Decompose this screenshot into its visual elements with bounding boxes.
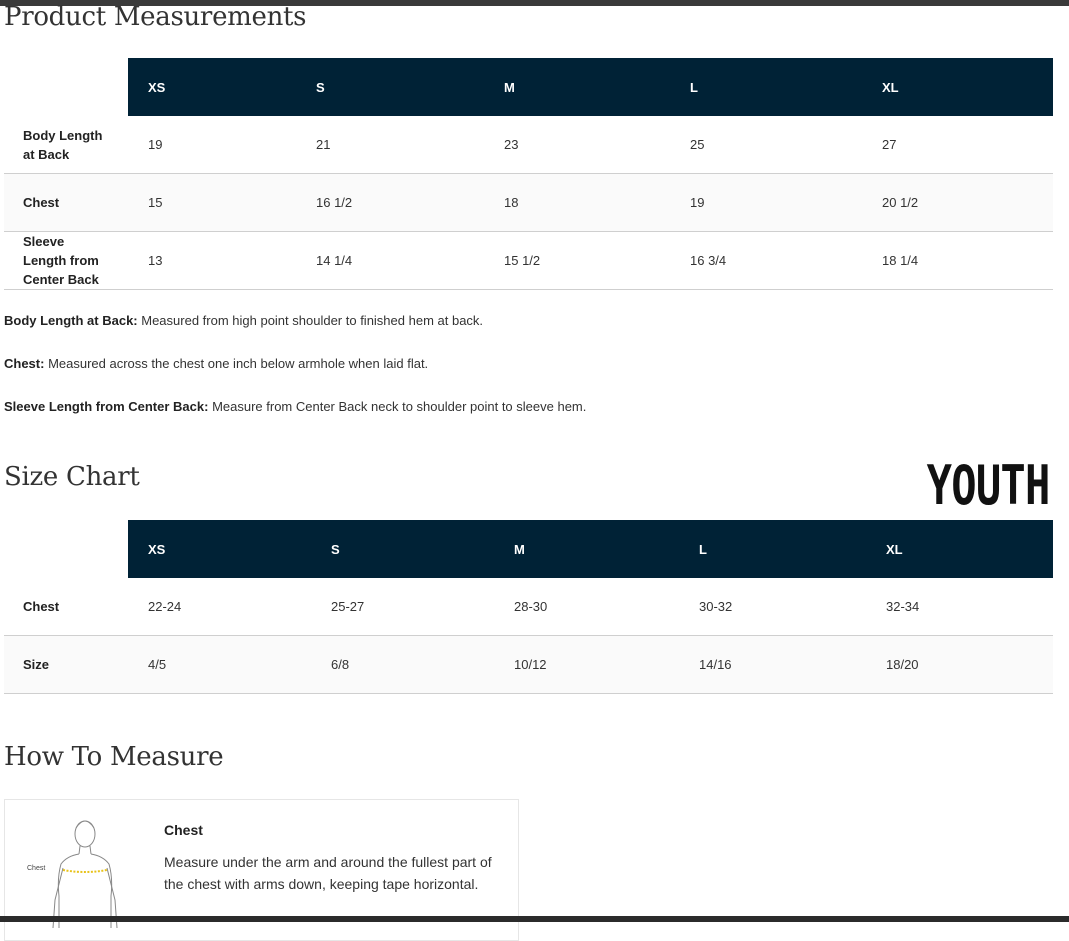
table-cell: 27 (862, 116, 1053, 174)
definition-text: Measure from Center Back neck to shoulde… (208, 399, 587, 414)
header-corner (4, 58, 128, 116)
table-cell: 15 1/2 (484, 231, 670, 290)
row-label: Chest (4, 173, 128, 232)
table-cell: 32-34 (866, 578, 1053, 636)
chest-tape-line (62, 869, 108, 873)
table-cell: 19 (128, 116, 296, 174)
table-cell: 25-27 (311, 578, 494, 636)
table-cell: 10/12 (494, 635, 679, 694)
table-row: Size 4/5 6/8 10/12 14/16 18/20 (4, 635, 1053, 694)
table-cell: 6/8 (311, 635, 494, 694)
definition-term: Chest: (4, 356, 45, 371)
column-header: L (679, 520, 866, 578)
table-cell: 21 (296, 116, 484, 174)
table-cell: 19 (670, 173, 862, 232)
table-row: Chest 22-24 25-27 28-30 30-32 32-34 (4, 578, 1053, 636)
table-row: Sleeve Length from Center Back 13 14 1/4… (4, 231, 1053, 290)
chest-measure-illustration: Chest (27, 820, 118, 928)
youth-badge: YOUTH (927, 454, 1051, 517)
column-header: XL (862, 58, 1053, 116)
column-header: M (494, 520, 679, 578)
table-cell: 15 (128, 173, 296, 232)
table-cell: 14 1/4 (296, 231, 484, 290)
column-header: XS (128, 58, 296, 116)
definition-term: Body Length at Back: (4, 313, 138, 328)
table-cell: 18 1/4 (862, 231, 1053, 290)
definition-term: Sleeve Length from Center Back: (4, 399, 209, 414)
table-cell: 23 (484, 116, 670, 174)
measure-item-description: Measure under the arm and around the ful… (164, 854, 492, 892)
table-cell: 28-30 (494, 578, 679, 636)
column-header: S (296, 58, 484, 116)
measurement-definitions: Body Length at Back: Measured from high … (4, 312, 1004, 441)
table-header-row: XS S M L XL (4, 58, 1053, 116)
size-chart-title: Size Chart (4, 462, 140, 492)
figure-chest-label: Chest (27, 865, 45, 872)
column-header: S (311, 520, 494, 578)
table-row: Chest 15 16 1/2 18 19 20 1/2 (4, 173, 1053, 232)
table-cell: 20 1/2 (862, 173, 1053, 232)
table-cell: 16 3/4 (670, 231, 862, 290)
column-header: L (670, 58, 862, 116)
row-label: Size (4, 635, 128, 694)
row-label: Body Length at Back (4, 116, 128, 174)
product-measurements-table: XS S M L XL Body Length at Back 19 21 23… (4, 58, 1053, 290)
column-header: XS (128, 520, 311, 578)
table-cell: 18/20 (866, 635, 1053, 694)
row-label: Sleeve Length from Center Back (4, 231, 128, 290)
table-cell: 25 (670, 116, 862, 174)
column-header: XL (866, 520, 1053, 578)
table-cell: 4/5 (128, 635, 311, 694)
product-measurements-title: Product Measurements (4, 2, 307, 32)
table-cell: 16 1/2 (296, 173, 484, 232)
measure-item-title: Chest (164, 822, 203, 838)
definition-sleeve-length: Sleeve Length from Center Back: Measure … (4, 398, 1004, 416)
figure-hair (75, 820, 95, 829)
how-to-measure-title: How To Measure (4, 742, 224, 772)
definition-text: Measured from high point shoulder to fin… (137, 313, 484, 328)
bottom-bar (0, 916, 1069, 922)
header-corner (4, 520, 128, 578)
row-label: Chest (4, 578, 128, 636)
table-header-row: XS S M L XL (4, 520, 1053, 578)
definition-text: Measured across the chest one inch below… (44, 356, 429, 371)
definition-body-length: Body Length at Back: Measured from high … (4, 312, 1004, 330)
table-cell: 30-32 (679, 578, 866, 636)
table-cell: 13 (128, 231, 296, 290)
table-cell: 18 (484, 173, 670, 232)
definition-chest: Chest: Measured across the chest one inc… (4, 355, 1004, 373)
table-cell: 22-24 (128, 578, 311, 636)
column-header: M (484, 58, 670, 116)
table-cell: 14/16 (679, 635, 866, 694)
size-chart-table: XS S M L XL Chest 22-24 25-27 28-30 30-3… (4, 520, 1053, 694)
table-row: Body Length at Back 19 21 23 25 27 (4, 116, 1053, 174)
